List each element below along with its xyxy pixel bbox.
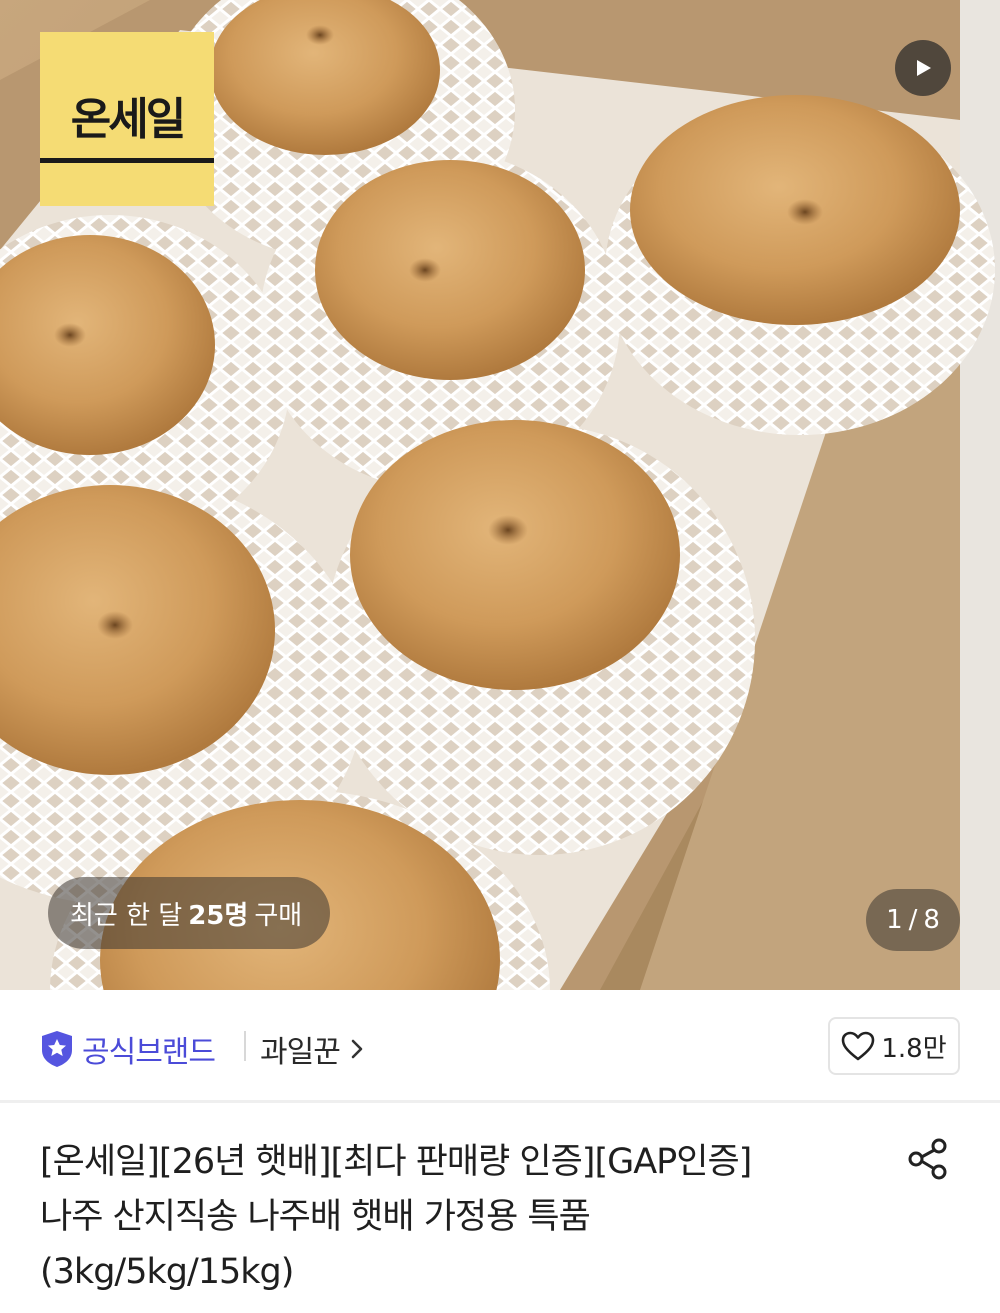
store-logo: 온세일	[40, 32, 214, 206]
share-icon	[908, 1138, 947, 1180]
share-button[interactable]	[904, 1134, 954, 1184]
official-brand-badge[interactable]: 공식브랜드	[40, 1027, 216, 1071]
heart-icon	[842, 1031, 875, 1061]
product-title-line: [온세일][26년 햇배][최다 판매량 인증][GAP인증]	[40, 1142, 752, 1182]
brand-divider	[244, 1031, 246, 1061]
recent-purchase-prefix: 최근 한 달	[70, 900, 183, 931]
star-shield-icon	[42, 1031, 72, 1067]
like-count: 1.8만	[881, 1033, 947, 1064]
product-title-line: 나주 산지직송 나주배 햇배 가정용 특품	[40, 1197, 591, 1237]
play-icon	[917, 60, 931, 76]
seller-name: 과일꾼	[260, 1035, 341, 1070]
product-title-line: (3kg/5kg/15kg)	[40, 1252, 294, 1292]
page-current: 1	[886, 905, 903, 935]
product-image-carousel[interactable]: 온세일 최근 한 달 25명 구매 1 / 8	[0, 0, 1000, 990]
video-play-button[interactable]	[895, 40, 951, 96]
chevron-right-icon	[351, 1039, 363, 1059]
image-page-counter: 1 / 8	[866, 889, 960, 951]
page-total: 8	[923, 905, 940, 935]
seller-link[interactable]: 과일꾼	[260, 1027, 364, 1071]
recent-purchase-badge: 최근 한 달 25명 구매	[48, 877, 331, 949]
official-brand-label: 공식브랜드	[82, 1035, 216, 1070]
recent-purchase-count: 25명	[188, 900, 249, 931]
section-divider	[0, 1100, 1000, 1103]
store-logo-underline	[40, 158, 214, 163]
recent-purchase-suffix: 구매	[254, 900, 303, 931]
page-separator: /	[908, 905, 918, 935]
like-button[interactable]: 1.8만	[828, 1017, 960, 1075]
store-logo-text: 온세일	[70, 94, 186, 145]
product-title: [온세일][26년 햇배][최다 판매량 인증][GAP인증] 나주 산지직송 …	[40, 1135, 880, 1300]
